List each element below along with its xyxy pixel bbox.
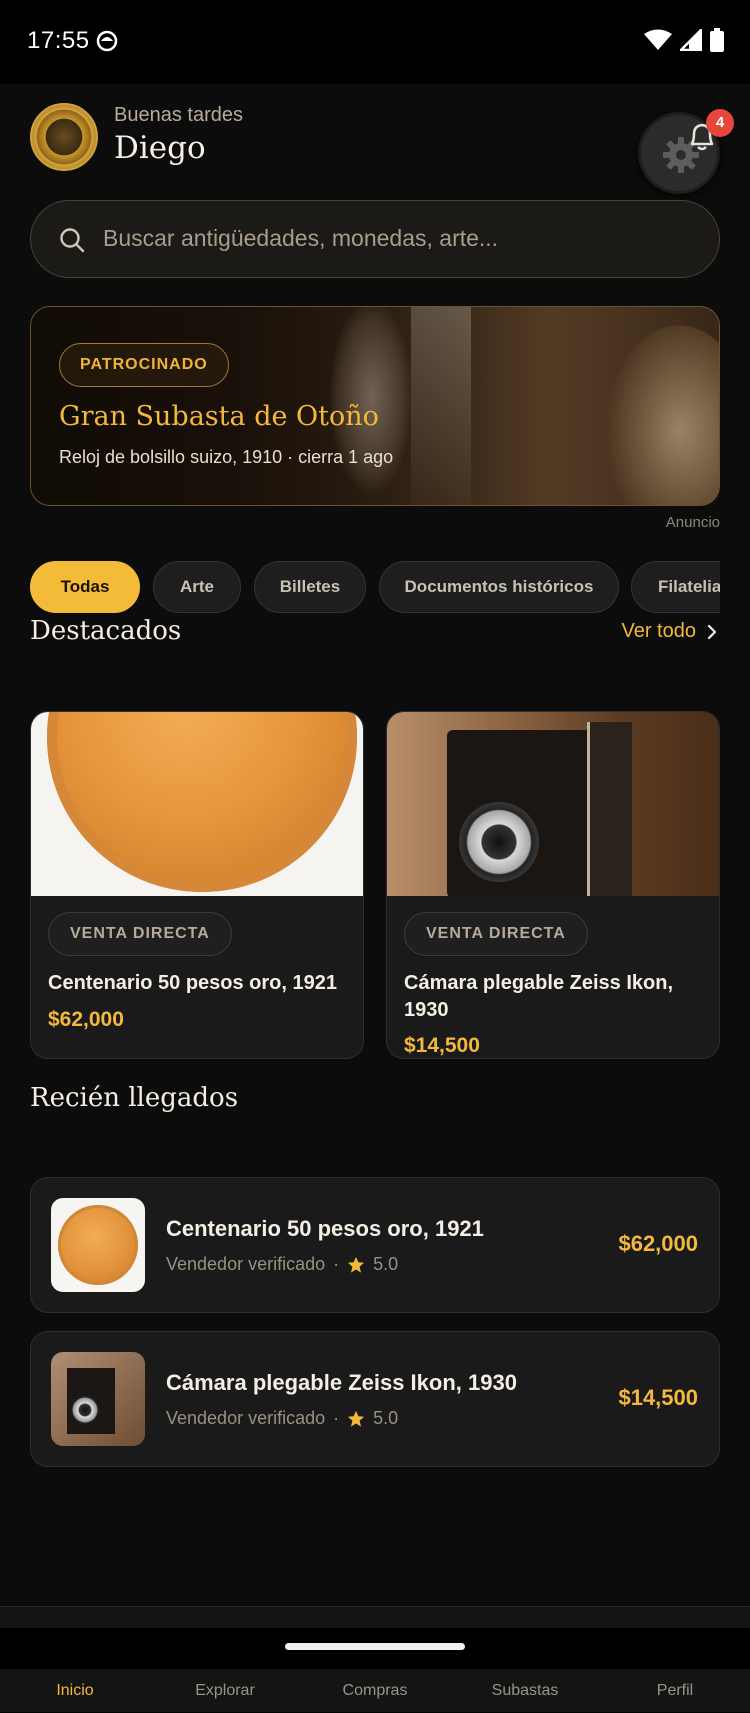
recent-list-item[interactable]: Cámara plegable Zeiss Ikon, 1930 Vendedo… [30,1331,720,1467]
recent-item-name: Cámara plegable Zeiss Ikon, 1930 [166,1370,517,1395]
promo-banner[interactable]: PATROCINADO Gran Subasta de Otoño Reloj … [30,306,720,506]
see-all-link[interactable]: Ver todo [621,620,718,643]
home-screen: Buenas tardes Diego 4 Buscar antigüedade… [0,84,750,1712]
greeting-text: Buenas tardes [114,104,243,126]
featured-item-price: $14,500 [404,1034,480,1057]
nav-label: Explorar [195,1682,255,1699]
gold-coin-thumbnail [51,1198,145,1292]
recent-list-item[interactable]: Centenario 50 pesos oro, 1921 Vendedor v… [30,1177,720,1313]
vintage-camera-thumbnail [51,1352,145,1446]
star-icon [348,1410,365,1427]
sponsored-badge: PATROCINADO [59,343,229,387]
featured-title: Destacados [30,616,182,646]
chip-documentos-historicos[interactable]: Documentos históricos [379,561,619,613]
status-time: 17:55 [27,27,90,54]
direct-sale-tag: VENTA DIRECTA [48,912,232,956]
star-icon [348,1256,365,1273]
chip-billetes[interactable]: Billetes [254,561,366,613]
category-chips: Todas Arte Billetes Documentos histórico… [30,561,720,617]
featured-item-price: $62,000 [48,1008,124,1031]
notification-badge: 4 [706,109,734,137]
battery-icon [710,28,724,57]
seller-status: Vendedor verificado [166,1254,326,1274]
status-icons [644,26,724,57]
chip-todas[interactable]: Todas [30,561,140,613]
nav-label: Subastas [491,1682,559,1699]
rating-value: 5.0 [373,1254,399,1274]
home-gesture-bar[interactable] [285,1643,465,1650]
recent-item-meta: Vendedor verificado · 5.0 [166,1408,399,1428]
recent-item-price: $62,000 [618,1231,698,1256]
see-all-label: Ver todo [621,620,696,642]
gesture-area [0,1628,750,1669]
app-notification-icon [96,30,118,57]
wifi-icon [644,29,672,56]
recent-item-meta: Vendedor verificado · 5.0 [166,1254,399,1274]
promo-title: Gran Subasta de Otoño [59,401,379,432]
brand-avatar[interactable] [30,103,98,171]
nav-label: Inicio [56,1682,94,1699]
featured-item-name: Cámara plegable Zeiss Ikon, 1930 [404,972,673,1021]
chevron-right-icon [707,624,717,639]
chip-arte[interactable]: Arte [153,561,241,613]
status-bar: 17:55 [0,0,750,84]
nav-label: Compras [342,1682,408,1699]
search-input[interactable] [103,201,693,276]
recent-title: Recién llegados [30,1083,239,1113]
recent-item-price: $14,500 [618,1385,698,1410]
signal-icon [677,26,703,56]
direct-sale-tag: VENTA DIRECTA [404,912,588,956]
search-bar[interactable] [30,200,720,278]
vintage-camera-image [387,712,719,896]
ad-label: Anuncio [665,514,720,531]
seller-status: Vendedor verificado [166,1408,326,1428]
search-icon [60,228,85,253]
promo-subtitle: Reloj de bolsillo suizo, 1910 · cierra 1… [59,447,394,467]
featured-card[interactable]: VENTA DIRECTA Centenario 50 pesos oro, 1… [30,711,364,1059]
featured-item-name: Centenario 50 pesos oro, 1921 [48,972,338,994]
nav-label: Perfil [656,1682,694,1699]
rating-value: 5.0 [373,1408,399,1428]
featured-card[interactable]: VENTA DIRECTA Cámara plegable Zeiss Ikon… [386,711,720,1059]
chip-filatelia[interactable]: Filatelia [631,561,720,613]
user-name: Diego [114,130,206,166]
recent-item-name: Centenario 50 pesos oro, 1921 [166,1216,484,1241]
gold-coin-image [31,712,363,896]
